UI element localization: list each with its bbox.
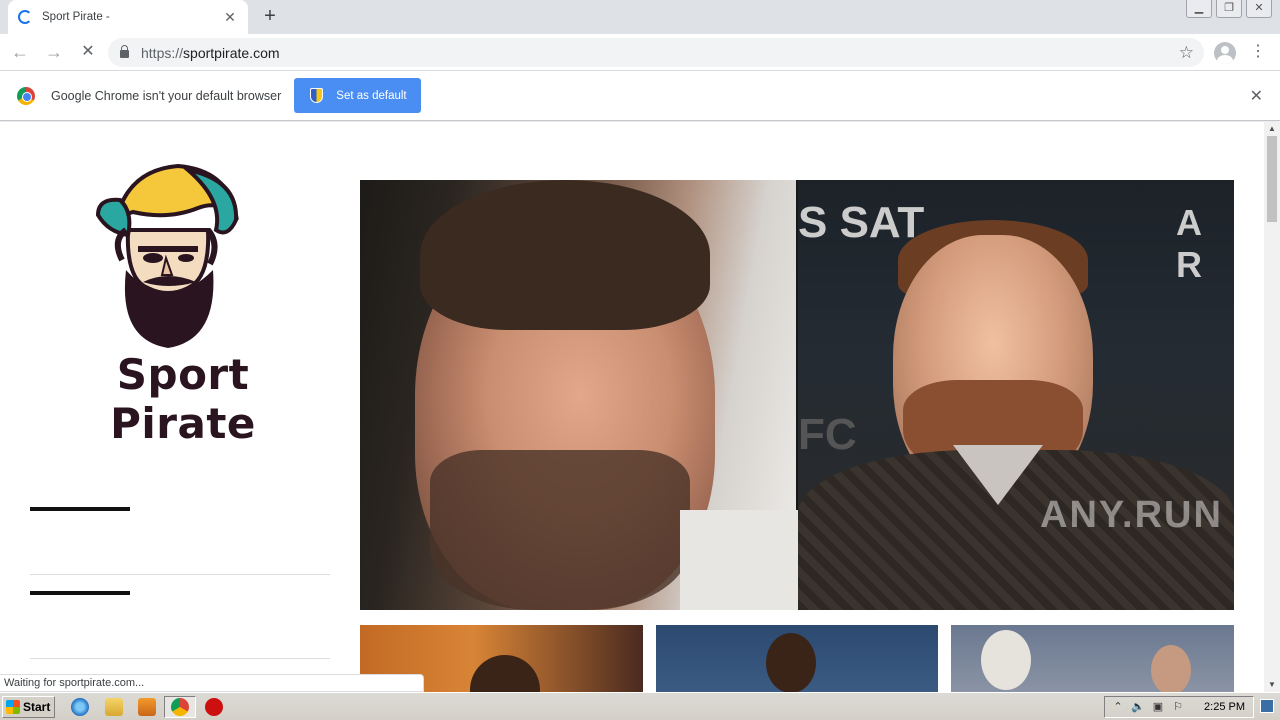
uac-shield-icon	[310, 88, 324, 103]
volume-icon[interactable]: 🔈	[1131, 700, 1145, 714]
site-logo[interactable]: Sport Pirate	[38, 160, 328, 448]
internet-explorer-icon[interactable]	[71, 698, 89, 716]
hero-image-link[interactable]: S SAT A R FC	[360, 180, 1234, 610]
restore-button[interactable]: ❐	[1216, 0, 1242, 18]
system-tray: ⌃ 🔈 ▣ ⚐ 2:25 PM	[1104, 696, 1254, 718]
action-center-flag-icon[interactable]: ⚐	[1171, 700, 1185, 714]
loading-spinner-icon	[18, 10, 32, 24]
back-button[interactable]: ←	[6, 38, 34, 66]
show-desktop-button[interactable]	[1260, 699, 1274, 713]
thumbnail-subject	[766, 633, 816, 692]
scroll-up-arrow-icon[interactable]: ▲	[1264, 122, 1280, 136]
logo-text: Sport Pirate	[110, 350, 256, 448]
scroll-down-arrow-icon[interactable]: ▼	[1264, 678, 1280, 692]
start-button[interactable]: Start	[2, 696, 55, 718]
pirate-head-icon	[95, 163, 239, 348]
opera-icon[interactable]	[205, 698, 223, 716]
lock-icon[interactable]	[120, 45, 129, 58]
infobar-close-icon[interactable]: ✕	[1250, 86, 1263, 106]
article-thumbnail[interactable]	[656, 625, 938, 692]
set-as-default-label: Set as default	[336, 89, 407, 102]
tab-close-icon[interactable]: ✕	[222, 9, 238, 26]
default-browser-infobar: Google Chrome isn't your default browser…	[0, 71, 1280, 121]
hero-photo-right: S SAT A R FC	[798, 180, 1234, 610]
sidebar-divider	[30, 574, 330, 575]
hero-bg-text: A R	[1176, 202, 1202, 285]
close-window-button[interactable]: ✕	[1246, 0, 1272, 18]
bookmark-star-icon[interactable]: ☆	[1179, 43, 1194, 63]
clock[interactable]: 2:25 PM	[1204, 701, 1245, 713]
set-as-default-button[interactable]: Set as default	[294, 78, 422, 113]
scrollbar-thumb[interactable]	[1267, 136, 1277, 222]
stop-loading-button[interactable]: ✕	[74, 38, 102, 66]
fighter-shirt	[680, 510, 800, 610]
thumbnail-subject	[1151, 645, 1191, 692]
thumbnail-subject	[981, 630, 1031, 690]
status-bubble: Waiting for sportpirate.com...	[0, 674, 424, 692]
network-icon[interactable]: ▣	[1151, 700, 1165, 714]
media-player-icon[interactable]	[138, 698, 156, 716]
web-page: Sport Pirate S SAT A R FC	[0, 122, 1264, 692]
minimize-button[interactable]: ▁	[1186, 0, 1212, 18]
fighter-beard	[430, 450, 690, 610]
hero-photo-left	[360, 180, 800, 610]
windows-logo-icon	[6, 700, 20, 714]
address-bar[interactable]: https://sportpirate.com ☆	[108, 38, 1204, 67]
sidebar-divider	[30, 658, 330, 659]
url-host: sportpirate.com	[183, 44, 280, 61]
infobar-message: Google Chrome isn't your default browser	[51, 88, 282, 103]
url-text[interactable]: https://sportpirate.com	[141, 45, 1179, 61]
thumbnail-subject	[470, 655, 540, 692]
chrome-logo-icon	[17, 86, 35, 105]
sidebar-heading-bar	[30, 507, 130, 511]
hero-bg-text: S SAT	[798, 198, 925, 247]
profile-avatar-icon[interactable]	[1214, 42, 1236, 64]
window-controls: ▁ ❐ ✕	[1182, 0, 1272, 18]
tray-expand-icon[interactable]: ⌃	[1111, 700, 1125, 714]
page-scrollbar[interactable]: ▲ ▼	[1264, 122, 1280, 692]
file-explorer-icon[interactable]	[105, 698, 123, 716]
chrome-menu-icon[interactable]: ⋮	[1250, 44, 1266, 62]
tab-sport-pirate[interactable]: Sport Pirate - ✕	[8, 0, 248, 34]
url-scheme: https://	[141, 44, 184, 61]
forward-button[interactable]: →	[40, 38, 68, 66]
watermark: ANY.RUN	[1040, 494, 1223, 536]
tab-strip: Sport Pirate - ✕ + ▁ ❐ ✕	[0, 0, 1280, 34]
browser-toolbar: ← → ✕ https://sportpirate.com ☆ ⋮	[0, 34, 1280, 71]
chrome-icon	[171, 698, 189, 716]
tab-title: Sport Pirate -	[42, 11, 110, 23]
sidebar-heading-bar	[30, 591, 130, 595]
taskbar: Start ⌃ 🔈 ▣ ⚐ 2:25 PM	[0, 692, 1280, 720]
fighter-hair	[420, 180, 710, 330]
start-label: Start	[23, 700, 51, 714]
article-thumbnail[interactable]	[951, 625, 1234, 692]
new-tab-button[interactable]: +	[258, 6, 282, 28]
hero-bg-text: FC	[798, 410, 857, 459]
